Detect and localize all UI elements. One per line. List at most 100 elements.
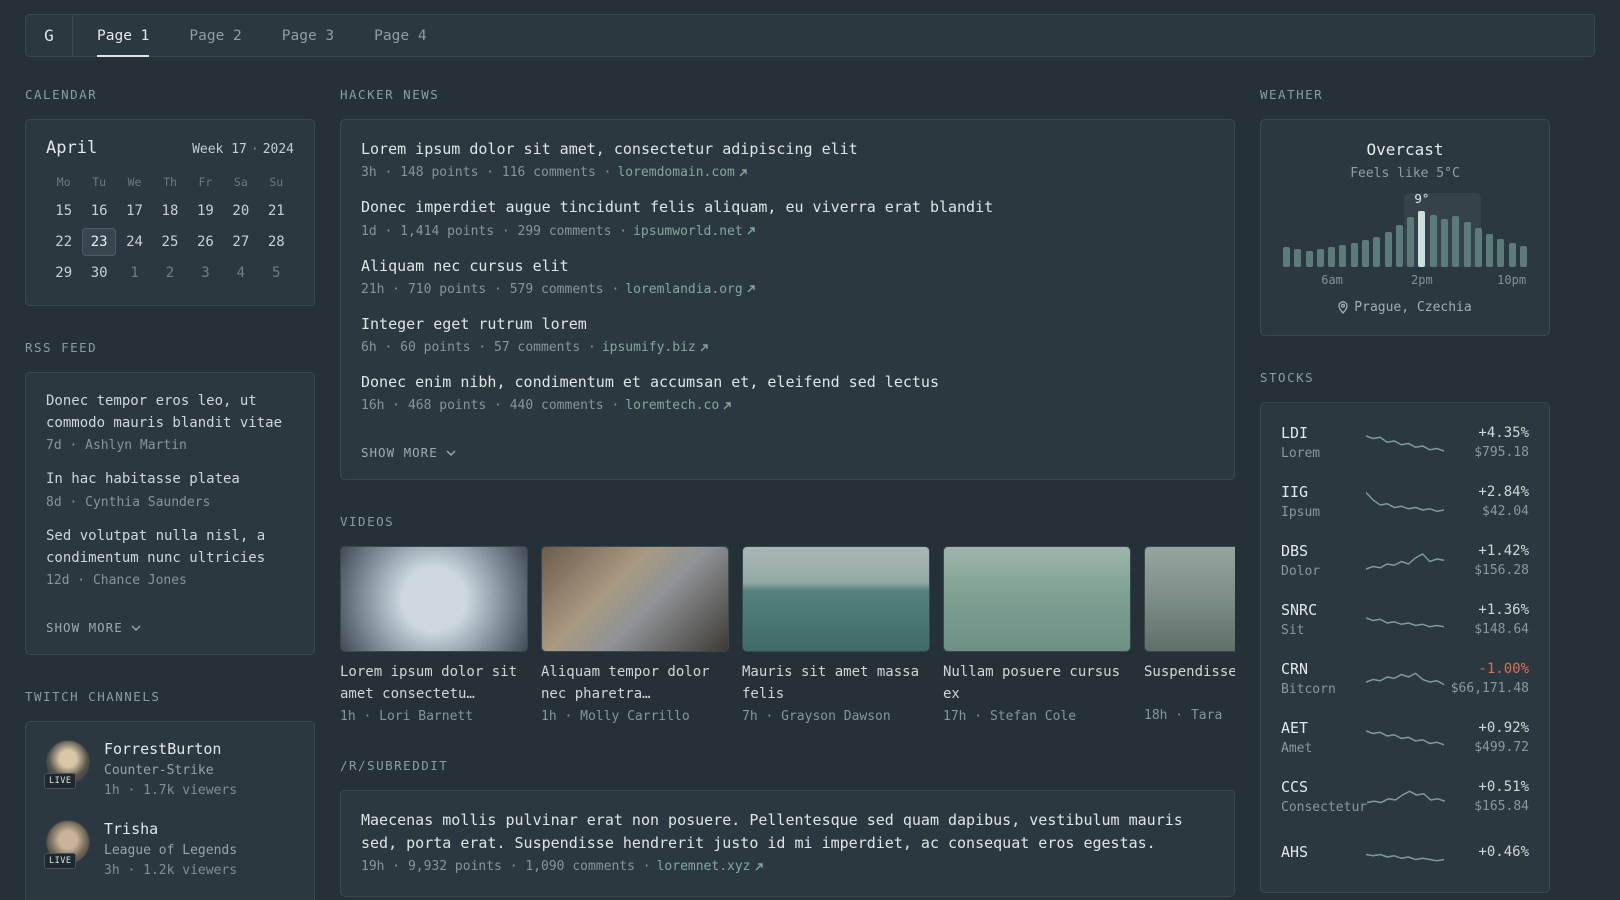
stock-symbol[interactable]: DBS <box>1281 542 1366 560</box>
stock-symbol[interactable]: AHS <box>1281 843 1366 861</box>
calendar-day: 29 <box>55 265 73 281</box>
subreddit-section-title: /R/SUBREDDIT <box>340 757 449 773</box>
channel-name[interactable]: ForrestBurton <box>104 740 237 758</box>
stock-symbol[interactable]: SNRC <box>1281 601 1366 619</box>
reddit-post-title[interactable]: Maecenas mollis pulvinar erat non posuer… <box>361 809 1214 856</box>
channel-meta: 1h · 1.7k viewers <box>104 783 238 799</box>
stock-row[interactable]: LDI Lorem +4.35% $795.18 <box>1281 413 1529 472</box>
separator-dot: · <box>250 142 259 157</box>
video-card[interactable]: Aliquam tempor dolor nec pharetra… 1h · … <box>541 546 729 724</box>
avatar: LIVE <box>44 820 90 870</box>
stock-row[interactable]: IIG Ipsum +2.84% $42.04 <box>1281 472 1529 531</box>
stock-price: $165.84 <box>1474 799 1529 814</box>
video-title[interactable]: Lorem ipsum dolor sit amet consectetu… <box>340 662 528 705</box>
rss-item-title[interactable]: Sed volutpat nulla nisl, a condimentum n… <box>46 526 294 569</box>
stock-symbol[interactable]: CCS <box>1281 778 1367 796</box>
weather-bar <box>1294 249 1302 267</box>
video-card[interactable]: Lorem ipsum dolor sit amet consectetu… 1… <box>340 546 528 724</box>
weather-bar <box>1384 231 1392 267</box>
hn-item-stats: 1d · 1,414 points · 299 comments · <box>361 223 628 239</box>
rss-item-title[interactable]: Donec tempor eros leo, ut commodo mauris… <box>46 391 294 434</box>
stock-price: $156.28 <box>1474 563 1529 578</box>
hn-item-meta: 21h · 710 points · 579 comments · loreml… <box>361 282 1214 297</box>
stock-row[interactable]: DBS Dolor +1.42% $156.28 <box>1281 531 1529 590</box>
weather-bar-current <box>1418 211 1426 267</box>
hn-item-title[interactable]: Integer eget rutrum lorem <box>361 313 1214 336</box>
left-column: CALENDAR April Week 17 · 2024 Mo Tu We Th … <box>25 87 315 900</box>
video-title[interactable]: Mauris sit amet massa felis <box>742 662 930 705</box>
video-thumbnail[interactable] <box>943 546 1131 653</box>
dashboard-grid: CALENDAR April Week 17 · 2024 Mo Tu We Th … <box>25 87 1620 900</box>
hn-item-stats: 3h · 148 points · 116 comments · <box>361 165 612 181</box>
weather-bar <box>1361 240 1369 267</box>
video-card[interactable]: Suspendisse diam 18h · Tara <box>1144 546 1235 723</box>
page-tabs: Page 1 Page 2 Page 3 Page 4 <box>97 15 427 57</box>
video-thumbnail[interactable] <box>340 546 528 653</box>
hn-item-domain-link[interactable]: loremlandia.org <box>625 282 755 297</box>
stock-row[interactable]: AHS +0.46% <box>1281 826 1529 882</box>
live-badge: LIVE <box>44 773 77 790</box>
hn-item-domain-link[interactable]: loremdomain.com <box>617 165 747 180</box>
weather-bar <box>1407 217 1415 267</box>
tab-page-2[interactable]: Page 2 <box>189 15 241 56</box>
subreddit-widget: /R/SUBREDDIT Maecenas mollis pulvinar er… <box>340 758 1235 898</box>
hn-item-domain-link[interactable]: ipsumworld.net <box>633 224 755 239</box>
hn-item-title[interactable]: Lorem ipsum dolor sit amet, consectetur … <box>361 138 1214 161</box>
channel-name[interactable]: Trisha <box>104 820 237 838</box>
stock-row[interactable]: AET Amet +0.92% $499.72 <box>1281 708 1529 767</box>
stock-row[interactable]: CCS Consectetur +0.51% $165.84 <box>1281 767 1529 826</box>
hn-item-domain-link[interactable]: loremtech.co <box>625 398 731 413</box>
rss-item-title[interactable]: In hac habitasse platea <box>46 469 294 491</box>
current-temp-label: 9° <box>1414 191 1430 206</box>
calendar-section-title: CALENDAR <box>25 87 98 102</box>
stock-symbol[interactable]: IIG <box>1281 483 1366 501</box>
stock-symbol[interactable]: AET <box>1281 719 1366 737</box>
videos-widget: VIDEOS Lorem ipsum dolor sit amet consec… <box>340 514 1235 724</box>
stock-change: +1.36% <box>1478 602 1529 618</box>
video-card[interactable]: Nullam posuere cursus ex 17h · Stefan Co… <box>943 546 1131 724</box>
rss-item: Donec tempor eros leo, ut commodo mauris… <box>46 391 294 453</box>
twitch-channel[interactable]: LIVE ForrestBurton Counter-Strike 1h · 1… <box>44 740 294 799</box>
external-link-icon <box>723 402 731 410</box>
rss-widget: RSS FEED Donec tempor eros leo, ut commo… <box>25 340 315 656</box>
calendar-month: April <box>46 138 98 158</box>
app-logo[interactable]: G <box>26 15 73 56</box>
tab-page-3[interactable]: Page 3 <box>282 15 334 56</box>
video-title[interactable]: Nullam posuere cursus ex <box>943 662 1131 705</box>
stock-row[interactable]: CRN Bitcorn -1.00% $66,171.48 <box>1281 649 1529 708</box>
external-link-icon <box>747 285 755 293</box>
video-title[interactable]: Aliquam tempor dolor nec pharetra… <box>541 662 729 705</box>
hacker-news-widget: HACKER NEWS Lorem ipsum dolor sit amet, … <box>340 87 1235 481</box>
stock-row[interactable]: SNRC Sit +1.36% $148.64 <box>1281 590 1529 649</box>
stock-change: +2.84% <box>1478 484 1529 500</box>
stock-name: Amet <box>1281 741 1313 756</box>
channel-game: League of Legends <box>104 843 238 859</box>
stock-symbol[interactable]: CRN <box>1281 660 1366 678</box>
videos-section-title: VIDEOS <box>340 514 395 530</box>
tab-page-4[interactable]: Page 4 <box>374 15 426 56</box>
calendar-day: 22 <box>55 234 73 250</box>
video-card[interactable]: Mauris sit amet massa felis 7h · Grayson… <box>742 546 930 724</box>
chevron-down-icon <box>131 625 141 631</box>
calendar-day-next-month: 1 <box>130 265 139 281</box>
hn-item-domain-link[interactable]: ipsumify.biz <box>602 340 708 355</box>
calendar-day-next-month: 5 <box>272 265 281 281</box>
reddit-post-domain-link[interactable]: loremnet.xyz <box>657 859 763 874</box>
center-column: HACKER NEWS Lorem ipsum dolor sit amet, … <box>340 87 1235 900</box>
hn-item-title[interactable]: Aliquam nec cursus elit <box>361 255 1214 278</box>
video-thumbnail[interactable] <box>1144 546 1235 653</box>
hn-item-title[interactable]: Donec enim nibh, condimentum et accumsan… <box>361 371 1214 394</box>
video-title[interactable]: Suspendisse diam <box>1144 662 1235 705</box>
hn-show-more-button[interactable]: SHOW MORE <box>361 445 456 460</box>
calendar-widget: CALENDAR April Week 17 · 2024 Mo Tu We Th … <box>25 87 315 306</box>
video-thumbnail[interactable] <box>742 546 930 653</box>
tab-page-1[interactable]: Page 1 <box>97 15 150 57</box>
stock-symbol[interactable]: LDI <box>1281 424 1366 442</box>
hn-item-stats: 16h · 468 points · 440 comments · <box>361 398 620 414</box>
rss-show-more-button[interactable]: SHOW MORE <box>46 620 141 635</box>
subreddit-card: Maecenas mollis pulvinar erat non posuer… <box>340 789 1235 898</box>
twitch-channel[interactable]: LIVE Trisha League of Legends 3h · 1.2k … <box>44 820 294 878</box>
video-thumbnail[interactable] <box>541 546 729 653</box>
calendar-grid: Mo Tu We Th Fr Sa Su 15 16 17 18 19 20 2… <box>46 170 294 287</box>
hn-item-title[interactable]: Donec imperdiet augue tincidunt felis al… <box>361 196 1214 219</box>
